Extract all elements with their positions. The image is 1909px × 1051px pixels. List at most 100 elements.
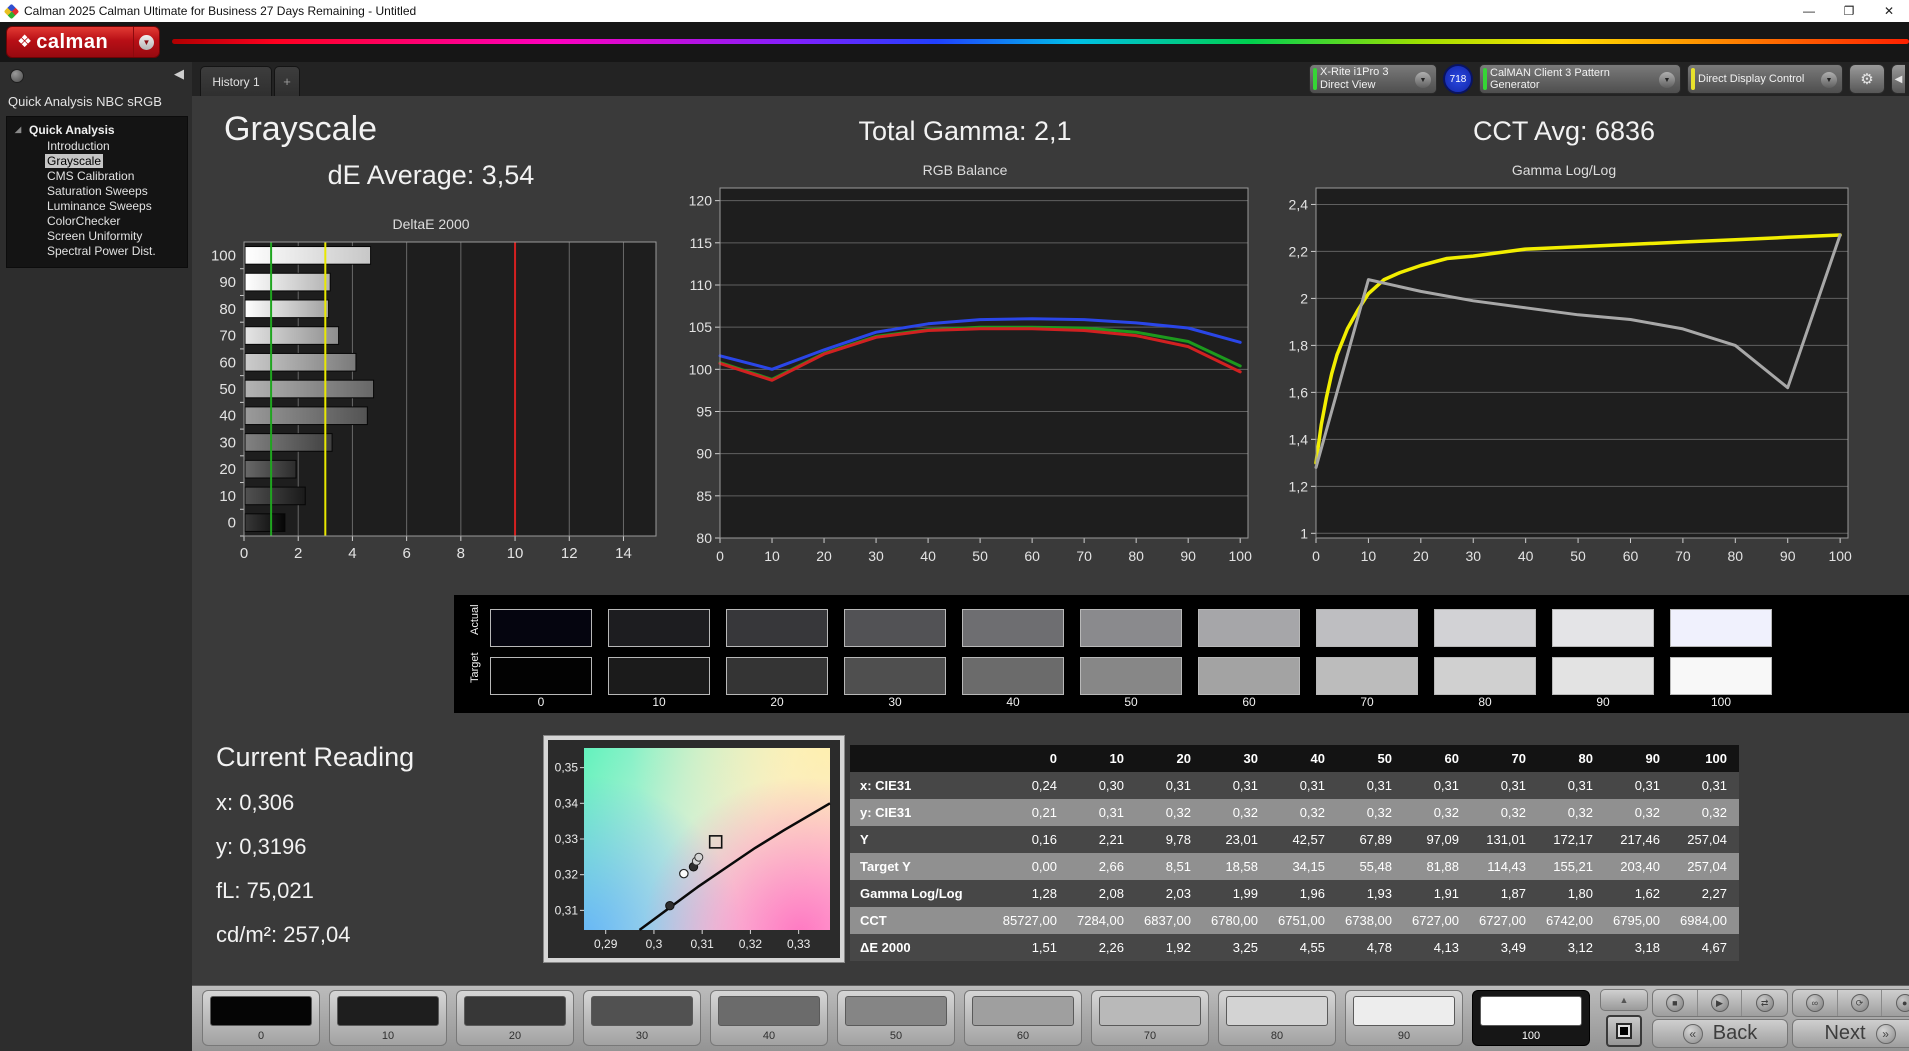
sidebar-item-colorchecker[interactable]: ColorChecker xyxy=(7,214,187,229)
sidebar-item-introduction[interactable]: Introduction xyxy=(7,139,187,154)
deltae2000-bar-chart: 0 2 4 6 8 10 12 141009080706050403020100 xyxy=(211,241,657,562)
display-control-name: Direct Display Control xyxy=(1698,73,1805,85)
svg-text:1,6: 1,6 xyxy=(1289,384,1309,400)
pattern-level-button-50[interactable]: 50 xyxy=(837,990,955,1046)
table-row-label: CCT xyxy=(850,907,1002,934)
pattern-level-button-10[interactable]: 10 xyxy=(329,990,447,1046)
table-cell: 0,31 xyxy=(1069,799,1136,826)
table-cell: 6751,00 xyxy=(1270,907,1337,934)
total-gamma-value: Total Gamma: 2,1 xyxy=(858,116,1072,146)
table-column-header: 60 xyxy=(1404,745,1471,772)
pattern-bar-expand-button[interactable]: ▲ xyxy=(1600,989,1648,1011)
table-cell: 0,32 xyxy=(1672,799,1739,826)
restore-button[interactable]: ❐ xyxy=(1829,0,1869,22)
pattern-level-button-0[interactable]: 0 xyxy=(202,990,320,1046)
actual-swatch-50 xyxy=(1080,609,1182,647)
svg-text:0: 0 xyxy=(716,548,724,564)
svg-text:100: 100 xyxy=(211,247,236,264)
pattern-level-label: 90 xyxy=(1397,1030,1411,1042)
continuous-read-button[interactable]: ∞ xyxy=(1793,990,1838,1016)
cie-chart-frame: 0,31 0,32 0,33 0,34 0,35 0,29 0,3 0,31 0,32 0,33 xyxy=(544,736,844,962)
table-cell: 97,09 xyxy=(1404,826,1471,853)
pattern-level-button-70[interactable]: 70 xyxy=(1091,990,1209,1046)
svg-text:12: 12 xyxy=(561,545,578,562)
sidebar: ◀ Quick Analysis NBC sRGB ◢ Quick Analys… xyxy=(0,62,192,1051)
table-row-label: y: CIE31 xyxy=(850,799,1002,826)
chevron-down-icon: ▼ xyxy=(1659,72,1675,88)
svg-text:2,4: 2,4 xyxy=(1289,196,1309,212)
pattern-level-button-80[interactable]: 80 xyxy=(1218,990,1336,1046)
sidebar-item-cms-calibration[interactable]: CMS Calibration xyxy=(7,169,187,184)
table-column-header: 100 xyxy=(1672,745,1739,772)
panel-expand-button[interactable]: ◀ xyxy=(1891,64,1905,94)
meter-selector[interactable]: X-Rite i1Pro 3 Direct View ▼ xyxy=(1309,64,1437,94)
table-column-header: 90 xyxy=(1605,745,1672,772)
stop-button[interactable]: ■ xyxy=(1653,990,1698,1016)
table-cell: 7284,00 xyxy=(1069,907,1136,934)
step-button[interactable]: ⇄ xyxy=(1742,990,1787,1016)
table-row-label: Gamma Log/Log xyxy=(850,880,1002,907)
table-cell: 0,32 xyxy=(1136,799,1203,826)
chevron-down-icon: ▼ xyxy=(1415,72,1431,88)
refresh-button[interactable]: ⟳ xyxy=(1838,990,1883,1016)
pattern-generator-selector[interactable]: CalMAN Client 3 Pattern Generator ▼ xyxy=(1479,64,1681,94)
sidebar-item-luminance-sweeps[interactable]: Luminance Sweeps xyxy=(7,199,187,214)
pattern-level-button-30[interactable]: 30 xyxy=(583,990,701,1046)
table-cell: 0,30 xyxy=(1069,772,1136,799)
pattern-window-button[interactable] xyxy=(1606,1015,1642,1047)
svg-text:80: 80 xyxy=(1728,548,1744,564)
svg-text:80: 80 xyxy=(1128,548,1144,564)
svg-text:0: 0 xyxy=(240,545,248,562)
app-icon xyxy=(3,3,20,19)
play-button[interactable]: ▶ xyxy=(1698,990,1743,1016)
table-cell: 2,21 xyxy=(1069,826,1136,853)
svg-text:2,2: 2,2 xyxy=(1289,243,1309,259)
strip-column-label: 20 xyxy=(770,695,784,709)
calman-menu-button[interactable]: ❖ calman ▼ xyxy=(6,26,160,58)
pattern-level-button-60[interactable]: 60 xyxy=(964,990,1082,1046)
pattern-window-icon xyxy=(1616,1023,1632,1039)
table-column-header: 30 xyxy=(1203,745,1270,772)
svg-text:115: 115 xyxy=(690,235,713,251)
calman-menu-dropdown[interactable]: ▼ xyxy=(133,27,159,57)
display-control-selector[interactable]: Direct Display Control ▼ xyxy=(1687,64,1843,94)
rainbow-gradient-bar xyxy=(172,39,1909,44)
back-button[interactable]: « Back xyxy=(1652,1019,1788,1048)
svg-text:90: 90 xyxy=(1180,548,1196,564)
tab-add-button[interactable]: + xyxy=(274,66,300,96)
sidebar-item-spectral-power-dist-[interactable]: Spectral Power Dist. xyxy=(7,244,187,259)
tab-history-1[interactable]: History 1 xyxy=(200,66,272,96)
svg-text:60: 60 xyxy=(1623,548,1639,564)
minimize-button[interactable]: — xyxy=(1789,0,1829,22)
table-cell: 155,21 xyxy=(1538,853,1605,880)
target-swatch-30 xyxy=(844,657,946,695)
actual-swatch-10 xyxy=(608,609,710,647)
svg-text:10: 10 xyxy=(507,545,524,562)
svg-text:50: 50 xyxy=(1570,548,1586,564)
sidebar-item-screen-uniformity[interactable]: Screen Uniformity xyxy=(7,229,187,244)
sidebar-item-saturation-sweeps[interactable]: Saturation Sweeps xyxy=(7,184,187,199)
svg-text:90: 90 xyxy=(1780,548,1796,564)
table-cell: 4,67 xyxy=(1672,934,1739,961)
pattern-level-button-100[interactable]: 100 xyxy=(1472,990,1590,1046)
close-button[interactable]: ✕ xyxy=(1869,0,1909,22)
pattern-level-button-20[interactable]: 20 xyxy=(456,990,574,1046)
tree-root-quick-analysis[interactable]: ◢ Quick Analysis xyxy=(7,122,187,139)
svg-text:20: 20 xyxy=(816,548,832,564)
table-cell: 1,99 xyxy=(1203,880,1270,907)
measure-button[interactable]: ● xyxy=(1882,990,1909,1016)
pattern-level-button-40[interactable]: 40 xyxy=(710,990,828,1046)
sidebar-item-grayscale[interactable]: Grayscale xyxy=(7,154,187,169)
table-cell: 3,25 xyxy=(1203,934,1270,961)
pattern-level-button-90[interactable]: 90 xyxy=(1345,990,1463,1046)
table-cell: 34,15 xyxy=(1270,853,1337,880)
next-button[interactable]: Next » xyxy=(1792,1019,1909,1048)
pattern-level-label: 20 xyxy=(508,1030,522,1042)
meter-reading-badge[interactable]: 718 xyxy=(1443,64,1473,94)
status-dot-icon[interactable] xyxy=(10,69,24,83)
settings-button[interactable]: ⚙ xyxy=(1849,64,1885,94)
pattern-swatch xyxy=(337,996,439,1026)
table-cell: 0,31 xyxy=(1538,772,1605,799)
back-label: Back xyxy=(1712,1022,1758,1044)
sidebar-collapse-button[interactable]: ◀ xyxy=(174,66,184,82)
